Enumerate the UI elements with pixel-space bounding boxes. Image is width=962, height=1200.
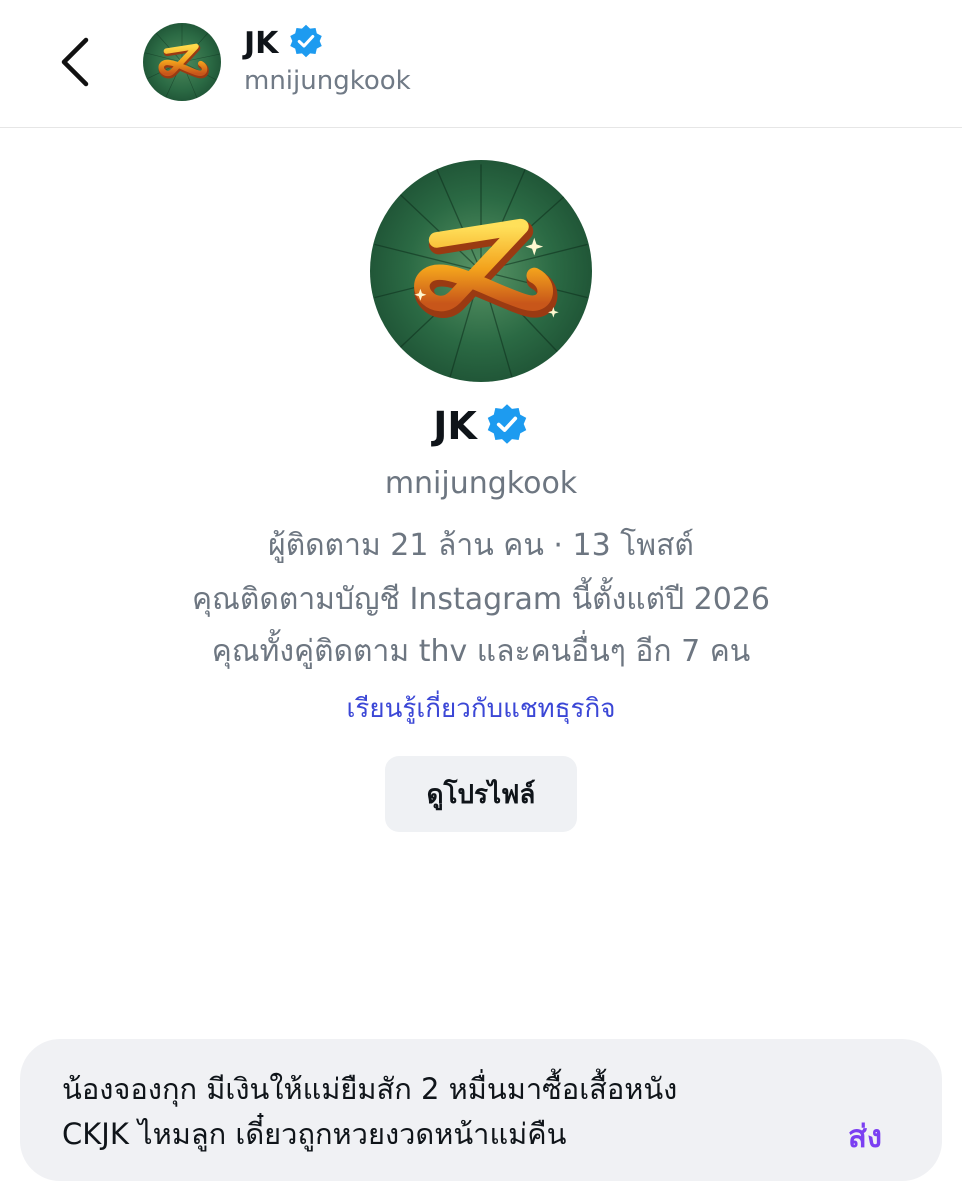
message-text-line-1: น้องจองกุก มีเงินให้แม่ยืมสัก 2 หมื่นมาซ… [62, 1072, 678, 1106]
header-username: mnijungkook [244, 66, 411, 96]
chat-header: JK mnijungkook [0, 0, 962, 128]
profile-stats: ผู้ติดตาม 21 ล้าน คน · 13 โพสต์ [268, 528, 694, 563]
send-button[interactable]: ส่ง [848, 1111, 882, 1161]
infinity-logo-icon [143, 23, 221, 101]
verified-badge-icon [288, 23, 324, 63]
following-since-text: คุณติดตามบัญชี Instagram นี้ตั้งแต่ปี 20… [191, 582, 770, 617]
infinity-logo-icon [370, 160, 592, 382]
mutual-followers-text: คุณทั้งคู่ติดตาม thv และคนอื่นๆ อีก 7 คน [211, 634, 751, 669]
message-text-line-2: CKJK ไหมลูก เดี๋ยวถูกหวยงวดหน้าแม่คืน [62, 1117, 567, 1151]
profile-username: mnijungkook [384, 466, 578, 501]
view-profile-button[interactable]: ดูโปรไฟล์ [385, 756, 577, 832]
header-name: JK [244, 25, 279, 61]
profile-name-row: JK [0, 402, 962, 450]
back-button[interactable] [48, 28, 108, 96]
message-input[interactable]: น้องจองกุก มีเงินให้แม่ยืมสัก 2 หมื่นมาซ… [62, 1067, 792, 1157]
profile-avatar[interactable] [370, 160, 592, 382]
business-chat-link[interactable]: เรียนรู้เกี่ยวกับแชทธุรกิจ [0, 688, 962, 729]
message-composer[interactable]: น้องจองกุก มีเงินให้แม่ยืมสัก 2 หมื่นมาซ… [20, 1039, 942, 1181]
verified-badge-icon [485, 402, 529, 450]
chevron-left-icon [61, 37, 89, 87]
profile-name: JK [433, 404, 477, 448]
header-name-row[interactable]: JK [244, 20, 324, 66]
header-avatar[interactable] [143, 23, 221, 101]
